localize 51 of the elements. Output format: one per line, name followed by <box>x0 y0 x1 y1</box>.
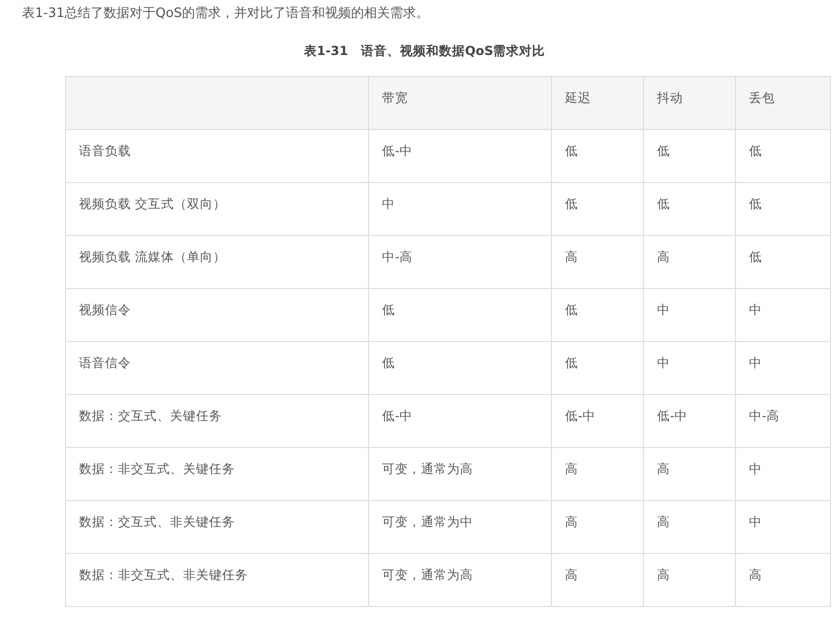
table-cell: 视频信令 <box>66 288 368 342</box>
table-cell: 低 <box>368 288 552 342</box>
table-cell: 数据：非交互式、关键任务 <box>66 448 368 500</box>
table-cell: 高 <box>644 554 736 606</box>
header-cell: 抖动 <box>644 76 736 130</box>
table-cell: 低-中 <box>644 394 736 448</box>
table-cell: 低 <box>736 130 830 182</box>
table-cell: 高 <box>644 448 736 500</box>
table-cell: 可变，通常为中 <box>368 500 552 554</box>
table-cell: 高 <box>552 236 644 288</box>
table-cell: 低 <box>736 182 830 236</box>
table-cell: 语音信令 <box>66 342 368 394</box>
table-cell: 低 <box>368 342 552 394</box>
table-cell: 高 <box>552 448 644 500</box>
table-cell: 低 <box>644 182 736 236</box>
table-cell: 中 <box>644 288 736 342</box>
table-cell: 中 <box>736 288 830 342</box>
table-cell: 可变，通常为高 <box>368 554 552 606</box>
header-cell: 带宽 <box>368 76 552 130</box>
header-cell: 延迟 <box>552 76 644 130</box>
table-cell: 中 <box>736 500 830 554</box>
table-cell: 可变，通常为高 <box>368 448 552 500</box>
table-cell: 中 <box>736 342 830 394</box>
table-cell: 数据：交互式、非关键任务 <box>66 500 368 554</box>
table-cell: 低 <box>552 288 644 342</box>
table-cell: 高 <box>644 236 736 288</box>
table-cell: 语音负载 <box>66 130 368 182</box>
table-cell: 高 <box>552 554 644 606</box>
table-cell: 低 <box>552 342 644 394</box>
table-caption: 表1-31 语音、视频和数据QoS需求对比 <box>304 43 546 58</box>
intro-paragraph: 表1-31总结了数据对于QoS的需求，并对比了语音和视频的相关需求。 <box>22 5 430 23</box>
table-cell: 中 <box>736 448 830 500</box>
table-cell: 高 <box>644 500 736 554</box>
table-cell: 中-高 <box>368 236 552 288</box>
table-cell: 中-高 <box>736 394 830 448</box>
table-cell: 中 <box>644 342 736 394</box>
table-cell: 中 <box>368 182 552 236</box>
header-cell: 丢包 <box>736 76 830 130</box>
table-cell: 低-中 <box>552 394 644 448</box>
table-cell: 低 <box>736 236 830 288</box>
table-cell: 低 <box>552 182 644 236</box>
table-cell: 低-中 <box>368 394 552 448</box>
table-cell: 高 <box>552 500 644 554</box>
table-cell: 数据：交互式、关键任务 <box>66 394 368 448</box>
table-cell: 视频负载 流媒体（单向） <box>66 236 368 288</box>
table-cell: 高 <box>736 554 830 606</box>
table-cell: 低 <box>644 130 736 182</box>
table-cell: 数据：非交互式、非关键任务 <box>66 554 368 606</box>
table-cell: 视频负载 交互式（双向） <box>66 182 368 236</box>
table-cell: 低 <box>552 130 644 182</box>
table-cell: 低-中 <box>368 130 552 182</box>
